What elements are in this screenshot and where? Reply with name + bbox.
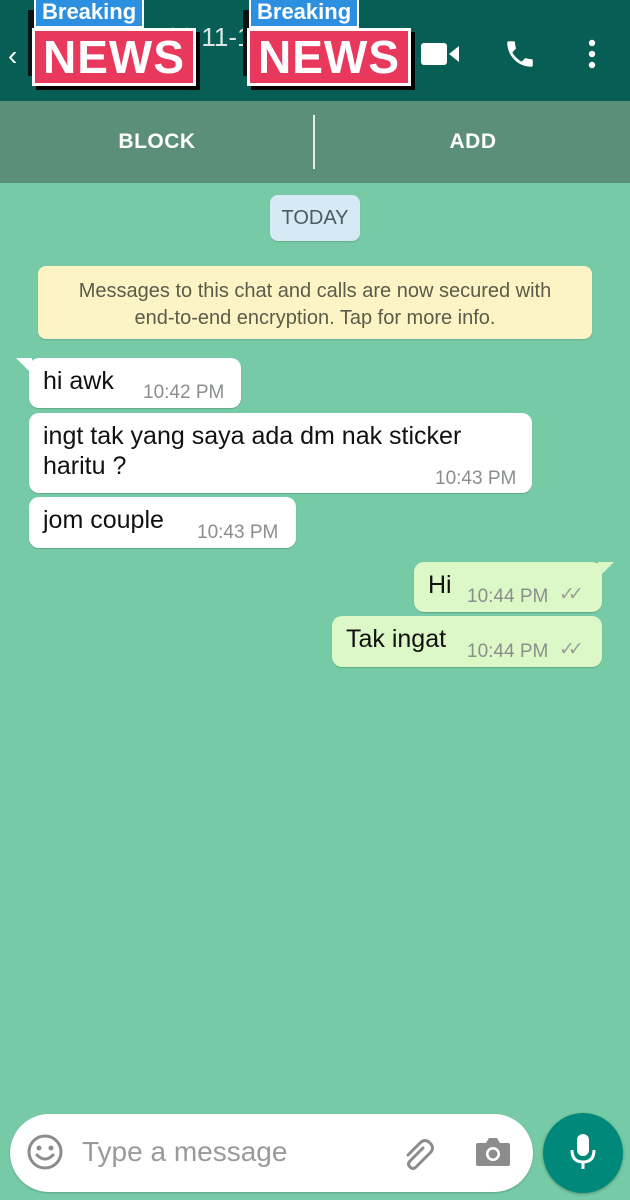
message-time: 10:43 PM	[435, 468, 517, 489]
action-divider	[313, 115, 315, 169]
message-input[interactable]: Type a message	[82, 1136, 287, 1168]
video-call-icon[interactable]	[420, 34, 460, 74]
message-text: Tak ingat	[346, 625, 447, 653]
camera-icon[interactable]	[474, 1134, 512, 1173]
outgoing-message[interactable]: Hi 10:44 PM ✓✓	[414, 562, 602, 612]
encryption-notice[interactable]: Messages to this chat and calls are now …	[38, 266, 592, 339]
incoming-message[interactable]: ingt tak yang saya ada dm nak sticker ha…	[29, 413, 532, 493]
message-time: 10:42 PM	[143, 382, 225, 403]
double-check-read-icon: ✓✓	[559, 584, 584, 605]
message-text-line1: ingt tak yang saya ada dm nak sticker	[43, 422, 462, 450]
voice-message-button[interactable]	[543, 1113, 623, 1193]
attach-icon[interactable]	[398, 1133, 438, 1178]
incoming-message[interactable]: jom couple 10:43 PM	[29, 497, 296, 548]
phone-call-icon[interactable]	[500, 34, 540, 74]
message-time: 10:44 PM	[467, 586, 549, 607]
incoming-message[interactable]: hi awk 10:42 PM	[29, 358, 241, 408]
message-text: Hi	[428, 571, 452, 599]
message-time: 10:44 PM	[467, 641, 549, 662]
mic-icon	[569, 1132, 597, 1175]
back-arrow-icon[interactable]: ‹	[8, 40, 17, 72]
unknown-contact-action-bar: BLOCK ADD	[0, 101, 630, 183]
message-composer[interactable]: Type a message	[10, 1114, 533, 1192]
add-contact-button[interactable]: ADD	[316, 101, 630, 183]
breaking-news-sticker: Breaking NEWS	[243, 0, 417, 90]
block-button[interactable]: BLOCK	[0, 101, 314, 183]
breaking-news-sticker: Breaking NEWS	[28, 0, 202, 90]
sticker-news-text: NEWS	[32, 28, 196, 86]
double-check-read-icon: ✓✓	[559, 639, 584, 660]
outgoing-message[interactable]: Tak ingat 10:44 PM ✓✓	[332, 616, 602, 667]
chat-header: ‹ +60 11-1 Breaking NEWS Breaking NEWS	[0, 0, 630, 101]
sticker-breaking-text: Breaking	[34, 0, 145, 28]
more-options-icon[interactable]	[572, 34, 612, 74]
emoji-icon[interactable]	[26, 1133, 64, 1176]
date-chip: TODAY	[270, 195, 360, 241]
message-text: hi awk	[43, 367, 114, 395]
sticker-news-text: NEWS	[247, 28, 411, 86]
encryption-notice-line1: Messages to this chat and calls are now …	[78, 280, 552, 302]
message-text-line2: haritu ?	[43, 452, 127, 480]
sticker-breaking-text: Breaking	[249, 0, 360, 28]
message-text: jom couple	[43, 506, 164, 534]
encryption-notice-line2: end-to-end encryption. Tap for more info…	[134, 307, 496, 329]
message-time: 10:43 PM	[197, 522, 279, 543]
